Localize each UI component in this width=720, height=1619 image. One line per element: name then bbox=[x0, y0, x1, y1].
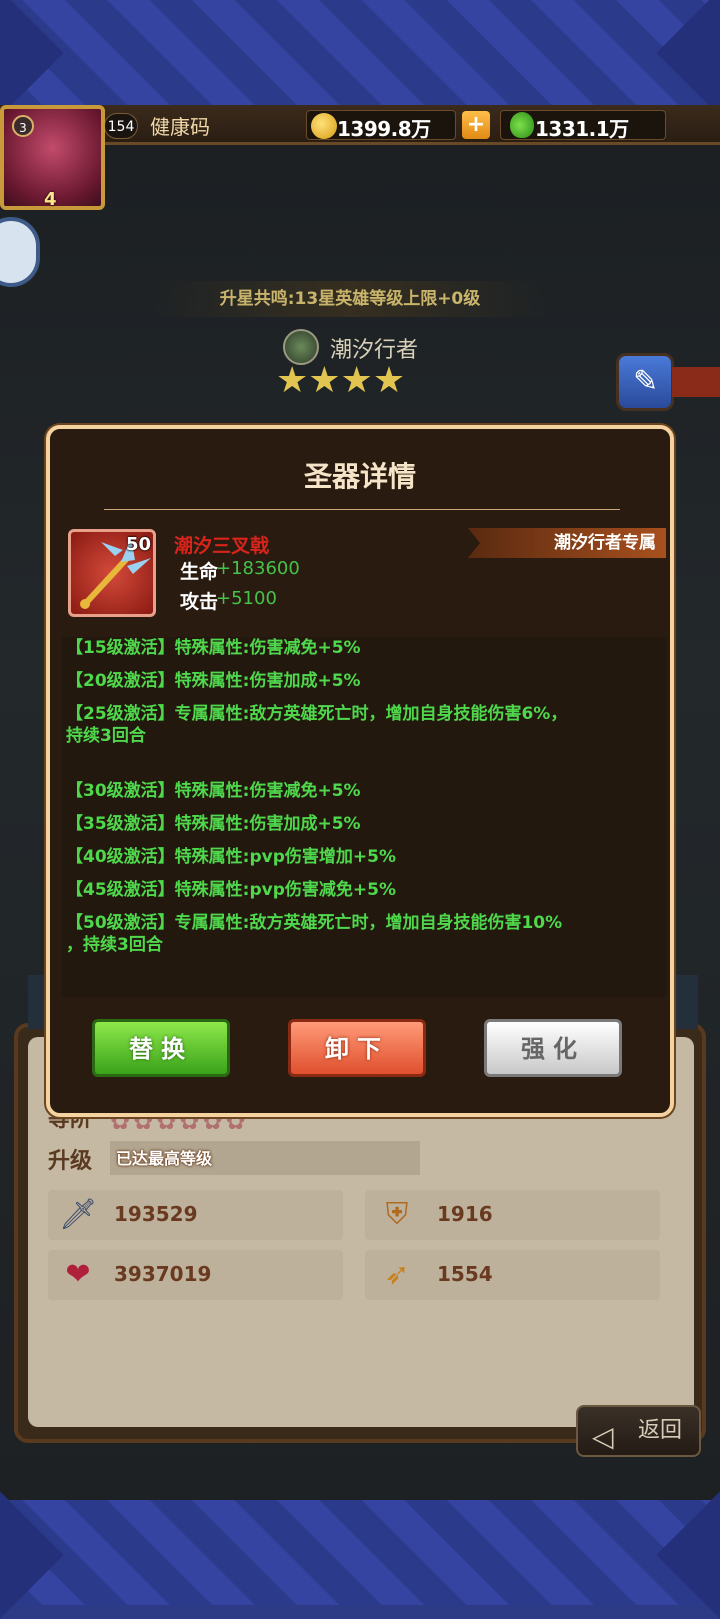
unequip-button[interactable]: 卸下 bbox=[288, 1019, 426, 1077]
edit-button[interactable]: ✎ bbox=[616, 353, 674, 411]
potion-icon bbox=[510, 112, 534, 138]
upgrade-status: 已达最高等级 bbox=[116, 1149, 213, 1168]
hero-star-rating: ★★★★ bbox=[276, 360, 406, 401]
title-divider bbox=[104, 509, 620, 510]
heart-icon: ❤ bbox=[65, 1257, 91, 1292]
hp-attr-label: 生命 bbox=[180, 561, 219, 583]
star-resonance-text: 升星共鸣:13星英雄等级上限+0级 bbox=[150, 281, 550, 317]
chat-button[interactable] bbox=[0, 217, 40, 287]
frame-ornament bbox=[656, 0, 720, 117]
vip-level-badge: 154 bbox=[104, 113, 138, 139]
attack-value: 193529 bbox=[114, 1202, 198, 1226]
artifact-detail-dialog: 圣器详情 50 潮汐三叉戟 潮汐行者专属 生命 +183600 攻击 +5100… bbox=[46, 425, 674, 1117]
back-label: 返回 bbox=[638, 1418, 683, 1443]
trident-item-icon[interactable]: 50 bbox=[68, 529, 156, 617]
gold-coin-icon bbox=[311, 113, 337, 139]
avatar-level-badge: 3 bbox=[12, 115, 34, 137]
frame-ornament bbox=[0, 0, 64, 117]
exclusive-tag: 潮汐行者专属 bbox=[468, 528, 666, 558]
effect-line: 【45级激活】特殊属性:pvp伤害减免+5% bbox=[66, 880, 396, 900]
effect-line: 持续3回合 bbox=[66, 726, 146, 746]
effect-line: 【40级激活】特殊属性:pvp伤害增加+5% bbox=[66, 847, 396, 867]
upgrade-label: 升级 bbox=[48, 1149, 93, 1174]
pencil-icon: ✎ bbox=[633, 364, 659, 399]
wing-icon: ➶ bbox=[384, 1257, 410, 1292]
frame-ornament bbox=[656, 1491, 720, 1619]
player-avatar[interactable]: 3 4 bbox=[0, 105, 105, 210]
side-tab[interactable] bbox=[672, 367, 720, 397]
frame-ornament bbox=[0, 1491, 64, 1619]
back-arrow-icon: ◁ bbox=[592, 1420, 614, 1453]
stat-attack: 🗡 193529 bbox=[48, 1190, 343, 1240]
defense-value: 1916 bbox=[437, 1202, 493, 1226]
attack-attr-value: +5100 bbox=[216, 588, 277, 609]
effect-list: 【15级激活】特殊属性:伤害减免+5% 【20级激活】特殊属性:伤害加成+5% … bbox=[62, 637, 666, 997]
dialog-title: 圣器详情 bbox=[303, 460, 416, 493]
sword-icon: 🗡 bbox=[58, 1197, 98, 1232]
avatar-star-count: 4 bbox=[44, 189, 57, 210]
stat-hp: ❤ 3937019 bbox=[48, 1250, 343, 1300]
back-button[interactable]: ◁ 返回 bbox=[576, 1405, 701, 1457]
hp-value: 3937019 bbox=[114, 1262, 212, 1286]
shield-icon: ⛨ bbox=[385, 1197, 409, 1232]
bottom-frame bbox=[0, 1491, 720, 1619]
item-name: 潮汐三叉戟 bbox=[174, 535, 270, 557]
speed-value: 1554 bbox=[437, 1262, 493, 1286]
player-name: 健康码 bbox=[150, 115, 210, 139]
effect-line: 【15级激活】特殊属性:伤害减免+5% bbox=[66, 638, 361, 658]
attack-attr-label: 攻击 bbox=[180, 591, 219, 613]
replace-button[interactable]: 替换 bbox=[92, 1019, 230, 1077]
effect-line: 【35级激活】特殊属性:伤害加成+5% bbox=[66, 814, 361, 834]
effect-line: 【30级激活】特殊属性:伤害减免+5% bbox=[66, 781, 361, 801]
stat-speed: ➶ 1554 bbox=[365, 1250, 660, 1300]
hp-attr-value: +183600 bbox=[216, 558, 300, 579]
gold-amount: 1399.8万 bbox=[337, 117, 431, 141]
effect-line: 【25级激活】专属属性:敌方英雄死亡时，增加自身技能伤害6%， bbox=[66, 704, 568, 724]
effect-line: ，持续3回合 bbox=[66, 935, 163, 955]
effect-line: 【20级激活】特殊属性:伤害加成+5% bbox=[66, 671, 361, 691]
stat-defense: ⛨ 1916 bbox=[365, 1190, 660, 1240]
top-frame bbox=[0, 0, 720, 117]
potion-amount: 1331.1万 bbox=[535, 117, 629, 141]
add-gold-button[interactable]: + bbox=[462, 111, 490, 139]
effect-line: 【50级激活】专属属性:敌方英雄死亡时，增加自身技能伤害10% bbox=[66, 913, 563, 933]
item-level: 50 bbox=[125, 534, 151, 555]
resource-bar: 154 健康码 1399.8万 + 1331.1万 bbox=[0, 105, 720, 145]
gold-display: 1399.8万 bbox=[306, 110, 456, 141]
enhance-button[interactable]: 强化 bbox=[484, 1019, 622, 1077]
